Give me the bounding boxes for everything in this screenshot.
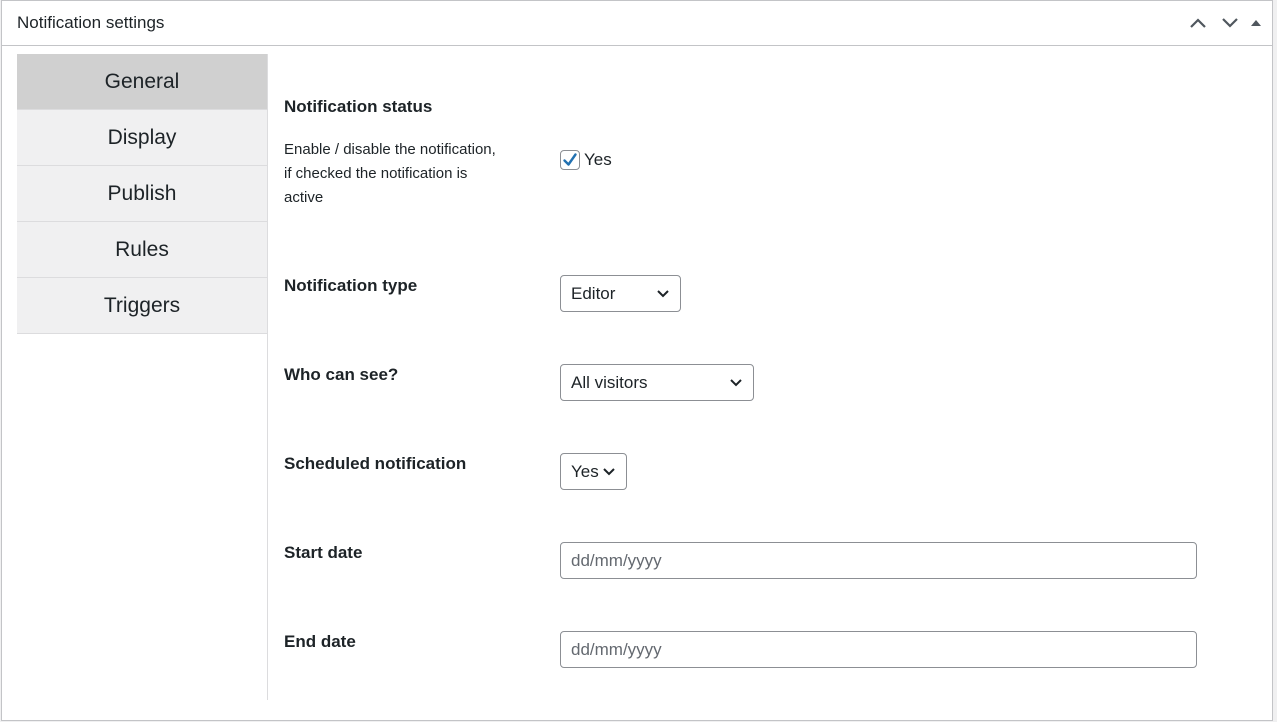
end-date-label: End date [284, 632, 356, 651]
checkbox-label: Yes [584, 150, 612, 169]
checkmark-icon [563, 153, 577, 166]
notification-type-label: Notification type [284, 276, 418, 295]
notification-type-select[interactable]: Editor [560, 275, 681, 312]
move-up-button[interactable] [1182, 11, 1214, 35]
notification-status-label: Notification status [284, 97, 433, 116]
notification-status-checkbox[interactable]: Yes [560, 150, 612, 170]
tab-triggers[interactable]: Triggers [17, 278, 267, 334]
postbox-header: Notification settings [2, 1, 1272, 46]
who-can-see-select[interactable]: All visitors [560, 364, 754, 401]
handle-actions [1182, 11, 1266, 35]
chevron-down-icon [603, 468, 615, 476]
start-date-input[interactable] [560, 542, 1197, 579]
notification-settings-box: Notification settings General Display Pu… [1, 0, 1273, 721]
tab-label: Publish [107, 181, 177, 205]
end-date-input[interactable] [560, 631, 1197, 668]
start-date-label: Start date [284, 543, 363, 562]
tab-label: Rules [115, 237, 169, 261]
tab-label: General [104, 69, 180, 93]
tab-rules[interactable]: Rules [17, 222, 267, 278]
triangle-up-icon [1251, 20, 1261, 26]
tab-label: Triggers [103, 293, 181, 317]
who-can-see-label: Who can see? [284, 365, 399, 384]
tab-publish[interactable]: Publish [17, 166, 267, 222]
select-value: All visitors [571, 372, 648, 392]
tab-general[interactable]: General [17, 54, 267, 110]
toggle-panel-button[interactable] [1246, 11, 1266, 35]
tab-display[interactable]: Display [17, 110, 267, 166]
chevron-down-icon [730, 379, 742, 387]
settings-tabs: General Display Publish Rules Triggers [17, 54, 268, 700]
move-down-button[interactable] [1214, 11, 1246, 35]
chevron-down-icon [657, 290, 669, 298]
scheduled-notification-select[interactable]: Yes [560, 453, 627, 490]
chevron-down-icon [1222, 18, 1238, 28]
general-panel: Notification status Enable / disable the… [284, 54, 1272, 720]
postbox-title: Notification settings [17, 13, 165, 32]
tab-label: Display [107, 125, 177, 149]
notification-status-description: Enable / disable the notification, if ch… [284, 141, 496, 206]
scheduled-notification-label: Scheduled notification [284, 454, 467, 473]
select-value: Yes [571, 461, 599, 481]
checkbox-box[interactable] [560, 150, 580, 170]
select-value: Editor [571, 283, 616, 303]
chevron-up-icon [1190, 18, 1206, 28]
